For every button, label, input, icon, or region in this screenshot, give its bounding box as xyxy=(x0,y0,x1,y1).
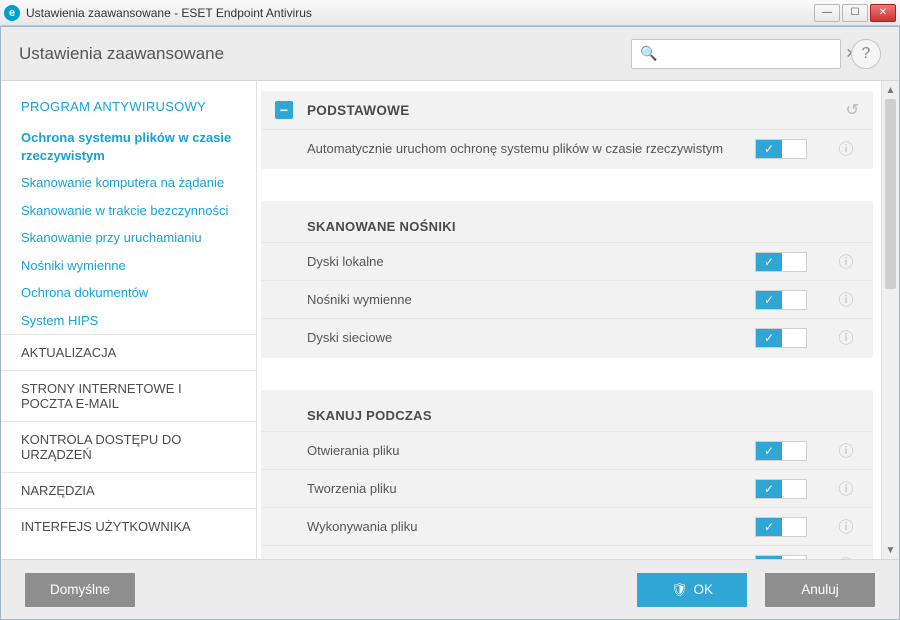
row-file-open: Otwierania pliku ✓ ⓘ xyxy=(261,431,873,469)
row-label: Otwierania pliku xyxy=(307,442,755,460)
section-media: SKANOWANE NOŚNIKI Dyski lokalne ✓ ⓘ Nośn… xyxy=(261,201,873,358)
app-icon: e xyxy=(4,5,20,21)
check-icon: ✓ xyxy=(756,442,782,460)
section-scanon: SKANUJ PODCZAS Otwierania pliku ✓ ⓘ Twor… xyxy=(261,390,873,559)
scroll-thumb[interactable] xyxy=(885,99,896,289)
check-icon: ✓ xyxy=(756,253,782,271)
row-file-execute: Wykonywania pliku ✓ ⓘ xyxy=(261,507,873,545)
row-label: Wykonywania pliku xyxy=(307,518,755,536)
toggle-removable-media[interactable]: ✓ xyxy=(755,290,807,310)
sidebar-item-startup[interactable]: Skanowanie przy uruchamianiu xyxy=(1,224,256,252)
check-icon: ✓ xyxy=(756,556,782,560)
row-label: Nośniki wymienne xyxy=(307,291,755,309)
toggle-local-drives[interactable]: ✓ xyxy=(755,252,807,272)
toggle-removable-access[interactable]: ✓ xyxy=(755,555,807,560)
search-box[interactable]: 🔍 ✕ xyxy=(631,39,841,69)
row-network-drives: Dyski sieciowe ✓ ⓘ xyxy=(261,318,873,356)
maximize-button[interactable]: ☐ xyxy=(842,4,868,22)
window-title: Ustawienia zaawansowane - ESET Endpoint … xyxy=(26,6,812,20)
sidebar-cat-ui[interactable]: INTERFEJS UŻYTKOWNIKA xyxy=(1,508,256,544)
default-button[interactable]: Domyślne xyxy=(25,573,135,607)
row-label: Dyski sieciowe xyxy=(307,329,755,347)
sidebar-item-ondemand[interactable]: Skanowanie komputera na żądanie xyxy=(1,169,256,197)
row-removable-media: Nośniki wymienne ✓ ⓘ xyxy=(261,280,873,318)
titlebar: e Ustawienia zaawansowane - ESET Endpoin… xyxy=(0,0,900,26)
scroll-down-icon[interactable]: ▼ xyxy=(882,541,899,559)
info-icon[interactable]: ⓘ xyxy=(833,327,859,348)
sidebar: PROGRAM ANTYWIRUSOWY Ochrona systemu pli… xyxy=(1,81,257,559)
sidebar-item-realtime[interactable]: Ochrona systemu plików w czasie rzeczywi… xyxy=(1,124,256,169)
row-label: Dostępu do nośników wymiennych xyxy=(307,556,755,559)
sidebar-item-documents[interactable]: Ochrona dokumentów xyxy=(1,279,256,307)
info-icon[interactable]: ⓘ xyxy=(833,554,859,559)
page-title: Ustawienia zaawansowane xyxy=(19,44,631,64)
toggle-file-create[interactable]: ✓ xyxy=(755,479,807,499)
section-basic: − PODSTAWOWE ↺ Automatycznie uruchom och… xyxy=(261,91,873,169)
main-panel: − PODSTAWOWE ↺ Automatycznie uruchom och… xyxy=(257,81,899,559)
check-icon: ✓ xyxy=(756,291,782,309)
help-button[interactable]: ? xyxy=(851,39,881,69)
section-title-scanon: SKANUJ PODCZAS xyxy=(261,390,873,431)
cancel-button[interactable]: Anuluj xyxy=(765,573,875,607)
ok-label: OK xyxy=(694,582,714,597)
row-label: Automatycznie uruchom ochronę systemu pl… xyxy=(307,140,755,158)
sidebar-cat-tools[interactable]: NARZĘDZIA xyxy=(1,472,256,508)
row-local-drives: Dyski lokalne ✓ ⓘ xyxy=(261,242,873,280)
search-icon: 🔍 xyxy=(640,45,657,62)
row-label: Tworzenia pliku xyxy=(307,480,755,498)
sidebar-item-hips[interactable]: System HIPS xyxy=(1,307,256,335)
section-title-media: SKANOWANE NOŚNIKI xyxy=(261,201,873,242)
sidebar-cat-device-control[interactable]: KONTROLA DOSTĘPU DO URZĄDZEŃ xyxy=(1,421,256,472)
row-file-create: Tworzenia pliku ✓ ⓘ xyxy=(261,469,873,507)
toggle-file-open[interactable]: ✓ xyxy=(755,441,807,461)
ok-button[interactable]: 🛡 OK xyxy=(637,573,747,607)
info-icon[interactable]: ⓘ xyxy=(833,516,859,537)
check-icon: ✓ xyxy=(756,329,782,347)
info-icon[interactable]: ⓘ xyxy=(833,440,859,461)
check-icon: ✓ xyxy=(756,518,782,536)
check-icon: ✓ xyxy=(756,480,782,498)
info-icon[interactable]: ⓘ xyxy=(833,289,859,310)
info-icon[interactable]: ⓘ xyxy=(833,478,859,499)
close-button[interactable]: ✕ xyxy=(870,4,896,22)
footer: Domyślne 🛡 OK Anuluj xyxy=(1,559,899,619)
header: Ustawienia zaawansowane 🔍 ✕ ? xyxy=(1,27,899,81)
toggle-auto-start[interactable]: ✓ xyxy=(755,139,807,159)
toggle-file-execute[interactable]: ✓ xyxy=(755,517,807,537)
toggle-network-drives[interactable]: ✓ xyxy=(755,328,807,348)
row-label: Dyski lokalne xyxy=(307,253,755,271)
sidebar-group-antivirus[interactable]: PROGRAM ANTYWIRUSOWY xyxy=(1,95,256,124)
sidebar-item-removable[interactable]: Nośniki wymienne xyxy=(1,252,256,280)
info-icon[interactable]: ⓘ xyxy=(833,251,859,272)
search-input[interactable] xyxy=(663,46,839,61)
collapse-toggle[interactable]: − xyxy=(275,101,293,119)
scroll-up-icon[interactable]: ▲ xyxy=(882,81,899,99)
sidebar-cat-web-email[interactable]: STRONY INTERNETOWE I POCZTA E-MAIL xyxy=(1,370,256,421)
sidebar-item-idle[interactable]: Skanowanie w trakcie bezczynności xyxy=(1,197,256,225)
shield-icon: 🛡 xyxy=(671,582,688,598)
minimize-button[interactable]: — xyxy=(814,4,840,22)
sidebar-cat-update[interactable]: AKTUALIZACJA xyxy=(1,334,256,370)
check-icon: ✓ xyxy=(756,140,782,158)
scrollbar[interactable]: ▲ ▼ xyxy=(881,81,899,559)
info-icon[interactable]: ⓘ xyxy=(833,138,859,159)
row-auto-start: Automatycznie uruchom ochronę systemu pl… xyxy=(261,129,873,167)
row-removable-access: Dostępu do nośników wymiennych ✓ ⓘ xyxy=(261,545,873,559)
section-title-basic: PODSTAWOWE xyxy=(307,103,846,118)
reset-icon[interactable]: ↺ xyxy=(846,100,859,120)
